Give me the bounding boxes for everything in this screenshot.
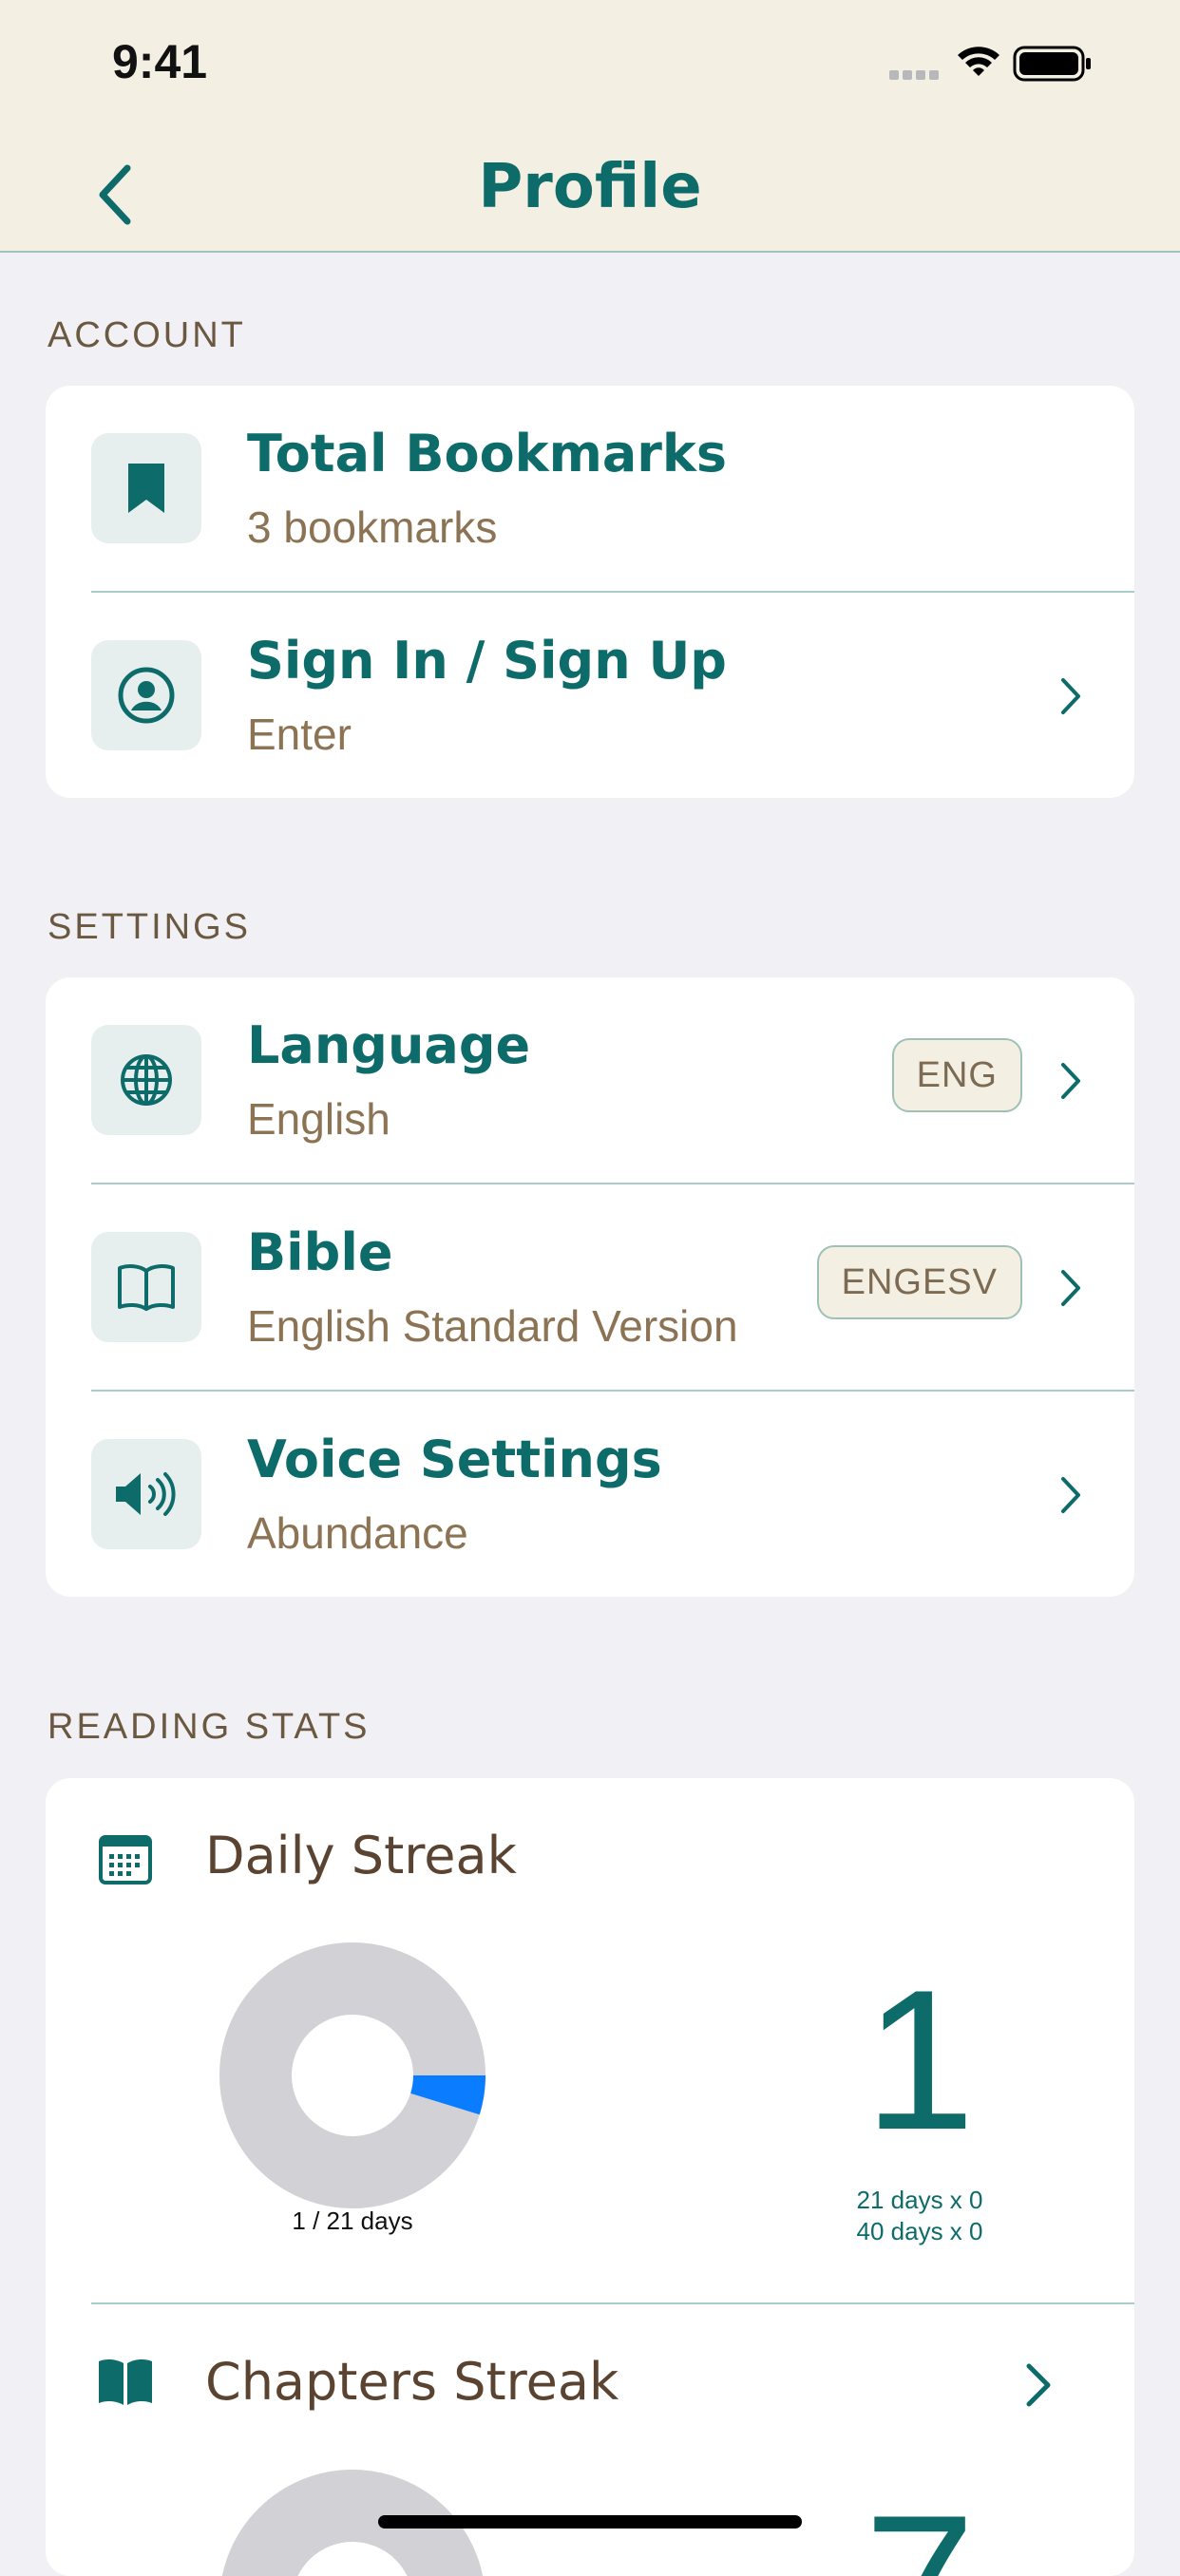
language-row[interactable]: Language English ENG: [46, 977, 1134, 1184]
navigation-bar: Profile: [0, 123, 1180, 253]
row-divider: [91, 2302, 1134, 2304]
chapters-streak-title: Chapters Streak: [205, 2352, 619, 2412]
user-circle-icon: [118, 667, 175, 724]
book-icon: [95, 2356, 156, 2413]
section-header-settings: SETTINGS: [48, 907, 252, 947]
language-value: English: [247, 1094, 390, 1144]
bookmark-icon-tile: [91, 433, 201, 543]
speaker-icon-tile: [91, 1439, 201, 1549]
voice-settings-row[interactable]: Voice Settings Abundance: [46, 1392, 1134, 1597]
chevron-right-icon: [1056, 1262, 1085, 1314]
sign-in-subtitle: Enter: [247, 710, 352, 759]
bookmarks-title: Total Bookmarks: [247, 424, 727, 483]
sign-in-row[interactable]: Sign In / Sign Up Enter: [46, 593, 1134, 798]
calendar-icon: [97, 1829, 154, 1890]
milestone-40-days: 40 days x 0: [856, 2217, 983, 2245]
book-open-icon: [118, 1264, 175, 1311]
milestone-21-days: 21 days x 0: [856, 2186, 983, 2214]
progress-ring-fill: [409, 2074, 485, 2115]
page-title: Profile: [478, 152, 702, 222]
status-time: 9:41: [112, 35, 208, 88]
book-icon-tile: [91, 1232, 201, 1342]
section-header-account: ACCOUNT: [48, 315, 246, 355]
chevron-right-icon: [1056, 1055, 1085, 1107]
language-code-badge: ENG: [891, 1038, 1022, 1112]
daily-streak-count: 1: [864, 1948, 976, 2171]
bookmarks-count: 3 bookmarks: [247, 502, 498, 552]
chevron-right-icon: [1056, 671, 1085, 722]
bookmark-icon: [128, 464, 164, 513]
daily-streak-title: Daily Streak: [205, 1826, 517, 1885]
total-bookmarks-row: Total Bookmarks 3 bookmarks: [46, 386, 1134, 593]
bible-row[interactable]: Bible English Standard Version ENGESV: [46, 1184, 1134, 1392]
globe-icon: [121, 1054, 172, 1106]
signal-wifi-battery-icon: [889, 46, 1091, 82]
reading-stats-card: Daily Streak 1 / 21 days 1 21 days x 0 4…: [46, 1778, 1134, 2576]
speaker-icon: [116, 1472, 176, 1516]
voice-settings-title: Voice Settings: [247, 1430, 662, 1489]
bible-code-badge: ENGESV: [816, 1245, 1022, 1319]
globe-icon-tile: [91, 1025, 201, 1135]
bible-title: Bible: [247, 1222, 393, 1282]
settings-card: Language English ENG Bible English Stand…: [46, 977, 1134, 1597]
account-card: Total Bookmarks 3 bookmarks Sign In / Si…: [46, 386, 1134, 798]
chevron-right-icon: [1056, 1469, 1085, 1521]
chapters-streak-count: 7: [711, 2486, 1129, 2576]
bible-version: English Standard Version: [247, 1301, 738, 1351]
daily-streak-milestones: 21 days x 0 40 days x 0: [711, 2185, 1129, 2247]
home-indicator: [378, 2515, 802, 2529]
status-icons: [889, 42, 1117, 84]
chapters-streak-chevron-icon[interactable]: [1024, 2359, 1053, 2411]
voice-name: Abundance: [247, 1508, 468, 1558]
status-bar: 9:41: [0, 0, 1180, 123]
language-title: Language: [247, 1015, 531, 1075]
user-icon-tile: [91, 640, 201, 750]
daily-streak-progress-ring: [219, 1942, 485, 2208]
section-header-reading-stats: READING STATS: [48, 1707, 371, 1747]
daily-streak-progress-label: 1 / 21 days: [292, 2207, 413, 2235]
sign-in-title: Sign In / Sign Up: [247, 631, 727, 691]
